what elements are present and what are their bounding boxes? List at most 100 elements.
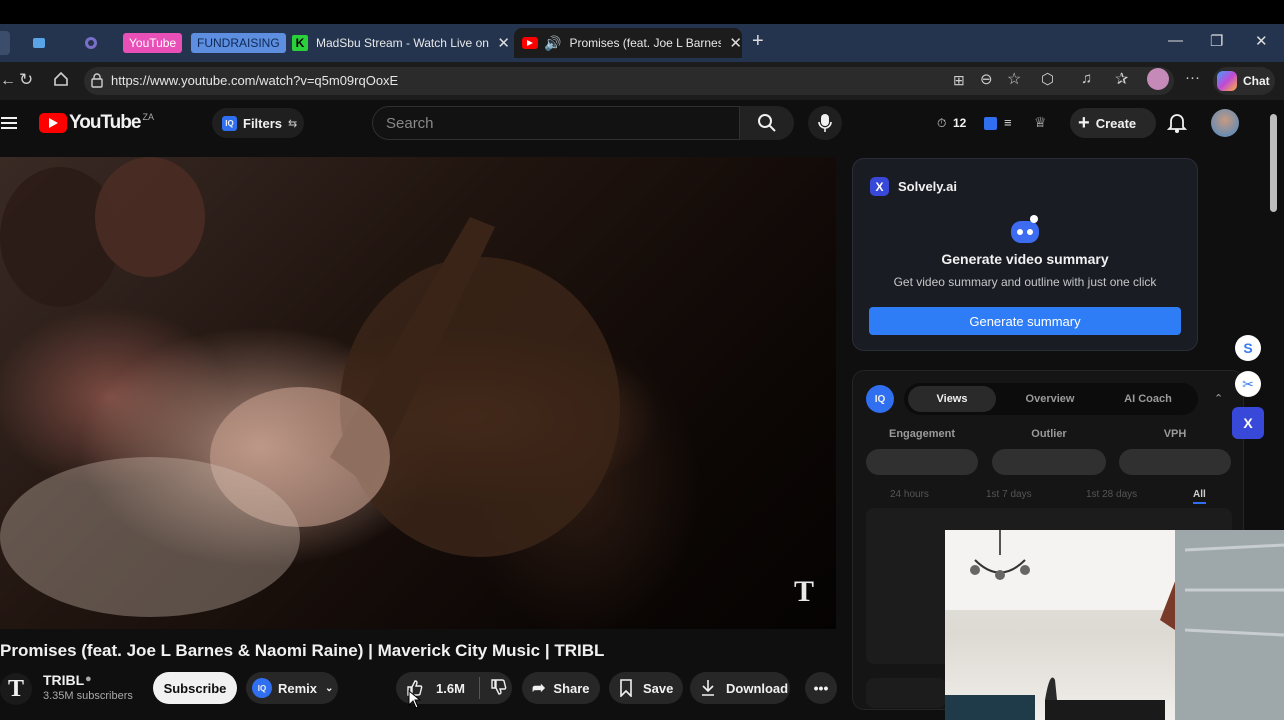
favorite-star-icon[interactable]: ☆ — [1007, 69, 1021, 89]
metric-outlier: Outlier — [1031, 428, 1067, 440]
home-icon[interactable] — [52, 70, 70, 93]
video-player[interactable]: T — [0, 157, 836, 629]
copilot-icon — [1217, 71, 1237, 91]
remix-button[interactable]: IQ Remix ⌄ — [246, 672, 338, 704]
range-24-hours[interactable]: 24 hours — [890, 489, 929, 500]
tab-fundraising-chip[interactable]: FUNDRAISING — [191, 33, 286, 53]
create-button[interactable]: + Create — [1070, 108, 1156, 138]
new-tab-icon[interactable]: + — [752, 30, 764, 53]
close-tab-icon[interactable]: ✕ — [497, 34, 510, 52]
notifications-bell-icon[interactable] — [1166, 112, 1188, 139]
timer-count: 12 — [953, 116, 967, 130]
share-arrow-icon: ➦ — [532, 680, 546, 697]
media-icon[interactable]: ♫ — [1081, 70, 1092, 87]
copilot-chat-button[interactable]: Chat — [1213, 67, 1275, 95]
bookmark-icon — [620, 679, 632, 697]
zoom-icon[interactable]: ⊖ — [980, 70, 993, 88]
app-available-icon[interactable]: ⊞ — [953, 72, 965, 89]
dislike-button[interactable] — [490, 678, 508, 699]
tab-icon-edge[interactable] — [28, 31, 50, 55]
like-divider — [478, 677, 480, 699]
collapse-chevron-icon[interactable]: ⌃ — [1214, 392, 1223, 405]
hamburger-menu-icon[interactable] — [1, 115, 19, 136]
save-button[interactable]: Save — [609, 672, 683, 704]
youtube-logo[interactable]: YouTube ZA — [39, 112, 154, 134]
plus-icon: + — [1078, 111, 1090, 134]
more-actions-icon[interactable]: ••• — [805, 672, 837, 704]
close-window-icon[interactable]: ✕ — [1255, 32, 1268, 50]
video-frame-illustration — [0, 157, 620, 617]
youtube-logo-text: YouTube — [69, 112, 141, 133]
speaker-icon[interactable]: 🔊 — [544, 35, 561, 52]
tab-overview[interactable]: Overview — [1006, 386, 1094, 412]
sliders-icon: ⇆ — [288, 117, 298, 130]
iq-badge: IQ — [866, 385, 894, 413]
youtube-logo-icon — [39, 113, 67, 133]
restore-icon[interactable]: ❐ — [1210, 32, 1223, 50]
download-label: Download — [726, 680, 789, 696]
chat-label: Chat — [1243, 74, 1270, 88]
webcam-overlay — [945, 530, 1284, 720]
subscribe-button[interactable]: Subscribe — [153, 672, 237, 704]
tab-promises-active[interactable]: 🔊 Promises (feat. Joe L Barnes & ✕ — [514, 28, 742, 58]
tab-icon-circle[interactable] — [80, 31, 102, 55]
range-all[interactable]: All — [1193, 489, 1206, 504]
more-menu-icon[interactable]: ··· — [1185, 69, 1200, 86]
circle-app-icon — [85, 37, 97, 49]
side-button-scissors[interactable]: ✂ — [1235, 371, 1261, 397]
download-button[interactable]: Download — [690, 672, 790, 704]
close-tab-icon[interactable]: ✕ — [729, 34, 742, 52]
subscriber-count: 3.35M subscribers — [43, 690, 133, 702]
metric-vph: VPH — [1163, 428, 1187, 440]
search-placeholder: Search — [386, 115, 434, 132]
tab-ai-coach[interactable]: AI Coach — [1104, 386, 1192, 412]
timer-icon[interactable]: ⏱ — [937, 116, 946, 131]
favorites-icon[interactable]: ✰ — [1115, 69, 1128, 89]
share-button[interactable]: ➦ Share — [522, 672, 600, 704]
remix-label: Remix — [278, 680, 318, 696]
channel-watermark: T — [794, 575, 815, 608]
side-button-s[interactable]: S — [1235, 335, 1261, 361]
video-title: Promises (feat. Joe L Barnes & Naomi Rai… — [0, 641, 605, 660]
save-label: Save — [643, 680, 674, 696]
filters-label: Filters — [243, 115, 283, 131]
vidiq-icon[interactable] — [984, 117, 997, 130]
channel-name[interactable]: TRIBL — [43, 672, 84, 688]
site-info-icon[interactable] — [90, 72, 104, 93]
skeleton-vph — [1119, 449, 1231, 475]
minimize-icon[interactable]: — — [1168, 32, 1183, 49]
filters-button[interactable]: IQ Filters ⇆ — [212, 108, 304, 138]
search-icon — [758, 114, 776, 132]
verified-icon: ● — [85, 673, 92, 685]
download-icon — [702, 680, 714, 696]
kick-icon: K — [292, 35, 308, 51]
list-icon[interactable]: ≡ — [1004, 115, 1012, 130]
range-first-28-days[interactable]: 1st 28 days — [1086, 489, 1137, 500]
refresh-icon[interactable]: ↻ — [19, 70, 33, 90]
search-input[interactable]: Search — [372, 106, 740, 140]
solvely-subtext: Get video summary and outline with just … — [893, 275, 1157, 289]
url-text[interactable]: https://www.youtube.com/watch?v=q5m09rqO… — [111, 73, 398, 88]
user-avatar[interactable] — [1211, 109, 1239, 137]
tab-partial[interactable] — [0, 31, 10, 55]
voice-search-button[interactable] — [808, 106, 842, 140]
award-icon[interactable]: ♕ — [1034, 114, 1047, 131]
range-first-7-days[interactable]: 1st 7 days — [986, 489, 1032, 500]
edge-icon — [33, 38, 45, 48]
tab-views[interactable]: Views — [908, 386, 996, 412]
tab-madsbu-label: MadSbu Stream - Watch Live on K — [315, 36, 490, 50]
channel-avatar[interactable]: T — [0, 673, 32, 705]
screen-top-bar — [0, 0, 1284, 24]
scrollbar-thumb[interactable] — [1270, 114, 1277, 212]
create-label: Create — [1095, 115, 1137, 131]
search-button[interactable] — [740, 106, 794, 140]
generate-summary-button[interactable]: Generate summary — [869, 307, 1181, 335]
tab-madsbu[interactable]: K MadSbu Stream - Watch Live on K ✕ — [288, 28, 510, 58]
tab-youtube-chip[interactable]: YouTube — [123, 33, 183, 53]
extensions-icon[interactable]: ⬡ — [1041, 70, 1054, 88]
iq-icon: IQ — [222, 115, 237, 131]
profile-avatar[interactable] — [1147, 68, 1169, 90]
side-button-solvely[interactable]: X — [1232, 407, 1264, 439]
back-icon[interactable]: ← — [0, 72, 16, 90]
solvely-heading: Generate video summary — [941, 251, 1109, 267]
